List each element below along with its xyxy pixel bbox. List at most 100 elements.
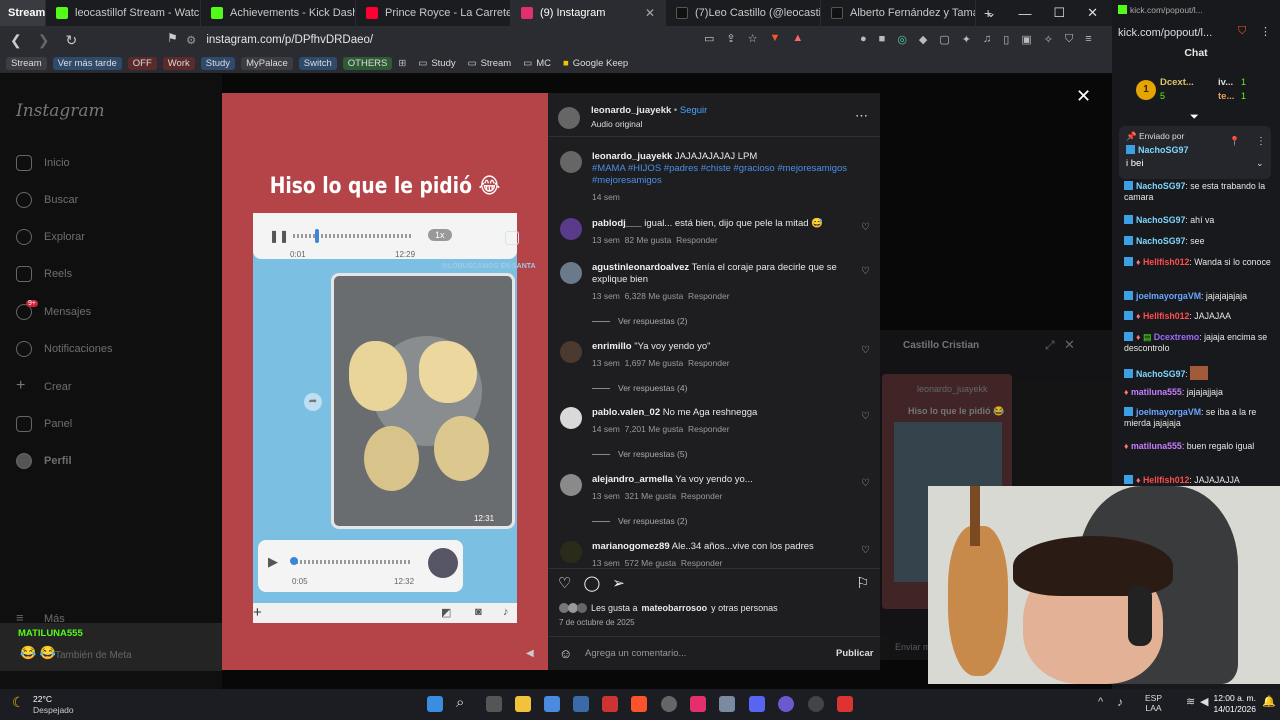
avatar[interactable] <box>560 474 582 496</box>
save-icon[interactable]: ⚐ <box>856 574 869 592</box>
brave-shield-icon[interactable]: ▼ <box>770 32 781 45</box>
reply-button[interactable]: Responder <box>681 558 723 568</box>
chat-user[interactable]: NachoSG97 <box>1136 236 1185 246</box>
chat-user[interactable]: Dcextremo <box>1154 332 1199 342</box>
chat-user[interactable]: Hellfish012 <box>1143 475 1189 485</box>
comment-likes[interactable]: 321 Me gusta <box>625 491 677 501</box>
puzzle-icon[interactable]: ✦ <box>962 33 971 46</box>
extension-icon[interactable]: ◆ <box>919 33 927 46</box>
likes-summary[interactable]: Les gusta a mateobarrosoo y otras person… <box>559 603 778 613</box>
apps-grid-icon[interactable]: ⊞ <box>398 58 406 69</box>
chat-user[interactable]: joelmayorgaVM <box>1136 291 1201 301</box>
publish-button[interactable]: Publicar <box>836 648 874 659</box>
extension-icon[interactable]: ■ <box>879 33 886 46</box>
reply-button[interactable]: Responder <box>688 358 730 368</box>
pin-icon[interactable]: 📍 <box>1229 136 1240 147</box>
close-modal-icon[interactable]: ✕ <box>1076 86 1091 107</box>
google-keep-bookmark[interactable]: ■ Google Keep <box>563 58 628 69</box>
like-comment-icon[interactable]: ♡ <box>861 545 870 556</box>
nav-explorar[interactable]: Explorar <box>16 229 85 245</box>
comment-icon[interactable]: ◯ <box>583 574 600 592</box>
bookmark-stream[interactable]: Stream <box>6 57 47 70</box>
like-comment-icon[interactable]: ♡ <box>861 411 870 422</box>
reply-button[interactable]: Responder <box>688 424 730 434</box>
like-icon[interactable]: ♡ <box>558 574 571 592</box>
obs-icon[interactable] <box>661 696 677 712</box>
app-icon[interactable] <box>573 696 589 712</box>
avatar[interactable] <box>560 218 582 240</box>
reply-button[interactable]: Responder <box>676 235 718 245</box>
reload-icon[interactable]: ↻ <box>65 32 77 49</box>
bookmark-ver-mas-tarde[interactable]: Ver más tarde <box>52 57 122 70</box>
bookmark-star-icon[interactable]: ☆ <box>748 32 758 45</box>
chat-user[interactable]: joelmayorgaVM <box>1136 407 1201 417</box>
nav-inicio[interactable]: Inicio <box>16 155 70 171</box>
emoji-icon[interactable]: ☺ <box>559 646 572 661</box>
bookmark-mypalace[interactable]: MyPalace <box>241 57 293 70</box>
pinned-user[interactable]: NachoSG97 <box>1126 145 1189 155</box>
brave-rewards-icon[interactable]: ▲ <box>792 32 803 45</box>
share-icon[interactable]: ⇪ <box>726 32 735 45</box>
bookmark-switch[interactable]: Switch <box>298 57 337 70</box>
store-icon[interactable] <box>544 696 560 712</box>
chat-user[interactable]: Hellfish012 <box>1143 311 1189 321</box>
likes-user[interactable]: mateobarrosoo <box>642 603 708 613</box>
clock[interactable]: 12:00 a. m. 14/01/2026 <box>1212 693 1256 715</box>
minimize-icon[interactable]: — <box>1018 6 1031 21</box>
nav-panel[interactable]: Panel <box>16 416 72 432</box>
view-replies-button[interactable]: Ver respuestas (2) <box>592 316 870 326</box>
mic-icon[interactable]: ♪ <box>1117 695 1123 709</box>
tab-youtube[interactable]: Prince Royce - La Carretera (Offici <box>356 0 511 26</box>
bookmark-others[interactable]: OTHERS <box>342 57 393 70</box>
comment-likes[interactable]: 7,201 Me gusta <box>625 424 684 434</box>
more-options-icon[interactable]: ⋯ <box>855 108 868 124</box>
nav-crear[interactable]: + Crear <box>16 378 72 395</box>
sidebar-icon[interactable]: ▯ <box>1003 33 1009 46</box>
caption-hashtags[interactable]: #MAMA #HIJOS #padres #chiste #gracioso #… <box>592 163 847 186</box>
chat-user[interactable]: NachoSG97 <box>1136 369 1185 379</box>
chat-user[interactable]: matiluna555 <box>1131 441 1182 451</box>
app-icon[interactable] <box>837 696 853 712</box>
tab-instagram[interactable]: (9) Instagram ✕ <box>511 0 666 26</box>
bookmark-study[interactable]: Study <box>200 57 236 70</box>
mute-icon[interactable]: ◀ <box>526 648 534 659</box>
close-tab-icon[interactable]: ✕ <box>645 6 655 20</box>
settings-icon[interactable] <box>719 696 735 712</box>
folder-stream[interactable]: ▭ Stream <box>468 58 512 69</box>
menu-icon[interactable]: ≡ <box>1085 33 1091 46</box>
folder-mc[interactable]: ▭ MC <box>523 58 551 69</box>
like-comment-icon[interactable]: ♡ <box>861 222 870 233</box>
view-replies-button[interactable]: Ver respuestas (4) <box>592 383 870 393</box>
comment-likes[interactable]: 6,328 Me gusta <box>625 291 684 301</box>
comment-user[interactable]: agustinleonardoalvez <box>592 262 689 273</box>
nav-buscar[interactable]: Buscar <box>16 192 78 208</box>
chevron-down-icon[interactable]: ⌄ <box>986 5 997 21</box>
nav-tambien-de-meta[interactable]: También de Meta <box>55 650 132 661</box>
app-icon[interactable] <box>808 696 824 712</box>
like-comment-icon[interactable]: ♡ <box>861 266 870 277</box>
search-icon[interactable]: ⌕ <box>456 694 464 711</box>
close-window-icon[interactable]: ✕ <box>1087 5 1098 21</box>
collapse-icon[interactable]: ⏷ <box>1190 111 1199 124</box>
discord-icon[interactable] <box>749 696 765 712</box>
top-user-3[interactable]: te... <box>1218 91 1234 102</box>
chat-user[interactable]: Hellfish012 <box>1143 257 1189 267</box>
comment-user[interactable]: enrimillo <box>592 341 632 352</box>
chevron-up-icon[interactable]: ^ <box>1098 696 1103 708</box>
kick-url[interactable]: kick.com/popout/l... <box>1118 27 1212 39</box>
comment-likes[interactable]: 82 Me gusta <box>625 235 672 245</box>
comment-user[interactable]: pablo.valen_02 <box>592 407 660 418</box>
comment-user[interactable]: alejandro_armella <box>592 474 673 485</box>
back-icon[interactable]: ❮ <box>10 32 22 49</box>
bookmark-off[interactable]: OFF <box>127 57 157 70</box>
bookmark-work[interactable]: Work <box>162 57 195 70</box>
music-icon[interactable]: ♫ <box>983 33 991 46</box>
chat-user[interactable]: matiluna555 <box>1131 387 1182 397</box>
volume-icon[interactable]: ◀ <box>1200 695 1208 708</box>
app-icon[interactable] <box>778 696 794 712</box>
like-comment-icon[interactable]: ♡ <box>861 478 870 489</box>
author-username[interactable]: leonardo_juayekk <box>591 105 671 116</box>
cast-icon[interactable]: ▭ <box>704 32 714 45</box>
extension-icon[interactable]: ● <box>860 33 867 46</box>
brave-shield-icon[interactable]: ⛉ <box>1238 25 1246 38</box>
